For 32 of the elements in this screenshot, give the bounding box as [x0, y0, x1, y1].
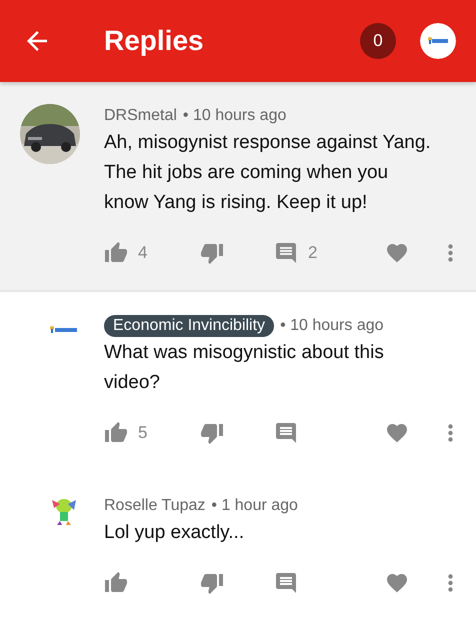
heart-icon [385, 241, 409, 265]
thumbs-down-icon [200, 241, 224, 265]
like-button[interactable]: 4 [104, 241, 200, 265]
thumbs-up-icon [104, 571, 128, 595]
author-name[interactable]: DRSmetal [104, 107, 177, 125]
thumbs-up-icon [104, 241, 128, 265]
comment-text: Lol yup exactly... [104, 521, 246, 545]
notification-count[interactable]: 0 [360, 23, 396, 59]
comment-time: • 1 hour ago [211, 497, 298, 515]
reply-count: 2 [308, 243, 318, 263]
like-count: 4 [138, 243, 148, 263]
comment-text: What was misogynistic about this video? [104, 341, 385, 395]
heart-icon [385, 571, 409, 595]
like-button[interactable]: 5 [104, 421, 200, 445]
heart-icon [385, 421, 409, 445]
comment-icon [274, 421, 298, 445]
comment-icon [274, 241, 298, 265]
more-icon [448, 574, 453, 592]
like-count: 5 [138, 423, 148, 443]
thumbs-down-icon [200, 571, 224, 595]
more-icon [448, 244, 453, 262]
more-icon [448, 424, 453, 442]
reply-button[interactable]: 2 [274, 241, 385, 265]
comment-time: • 10 hours ago [280, 317, 384, 335]
thumbs-down-icon [200, 421, 224, 445]
thumbs-up-icon [104, 421, 128, 445]
page-title: Replies [104, 25, 205, 57]
author-name[interactable]: Roselle Tupaz [104, 497, 206, 515]
comment-text: Ah, misogynist response against Yang. The hit jobs are coming when you know Yang is rising. Keep it up! [104, 131, 432, 215]
comment-time: • 10 hours ago [182, 107, 286, 125]
comment-icon [274, 571, 298, 595]
author-chip[interactable]: Economic Invincibility [104, 315, 274, 337]
